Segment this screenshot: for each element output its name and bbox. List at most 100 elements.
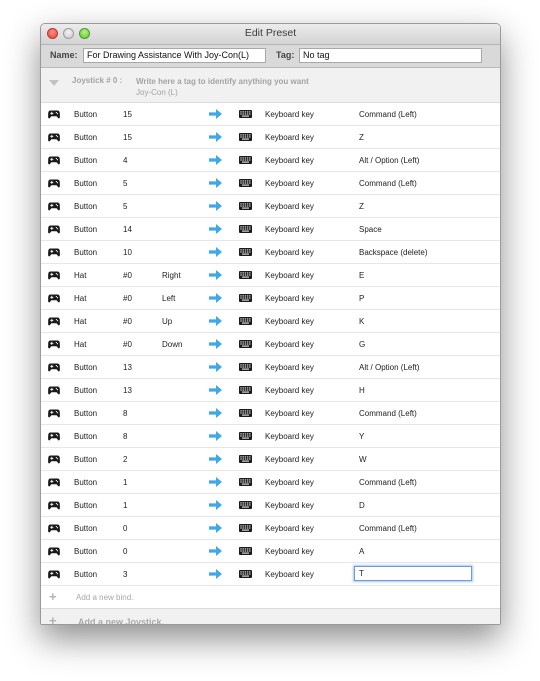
binding-output-type[interactable]: Keyboard key xyxy=(265,179,314,188)
joystick-tag-field[interactable]: Write here a tag to identify anything yo… xyxy=(136,76,346,98)
binding-key[interactable]: H xyxy=(359,386,365,395)
plus-icon[interactable]: + xyxy=(49,590,57,603)
binding-key[interactable]: Y xyxy=(359,432,364,441)
binding-input-type[interactable]: Button xyxy=(74,547,97,556)
binding-row[interactable]: Button 8 Keyboard key Y xyxy=(41,425,500,448)
binding-key[interactable]: A xyxy=(359,547,364,556)
plus-icon[interactable]: + xyxy=(49,614,57,624)
binding-input-type[interactable]: Hat xyxy=(74,340,86,349)
binding-input-type[interactable]: Hat xyxy=(74,294,86,303)
binding-input-direction[interactable]: Down xyxy=(162,340,182,349)
binding-output-type[interactable]: Keyboard key xyxy=(265,110,314,119)
binding-input-number[interactable]: 8 xyxy=(123,409,127,418)
binding-input-type[interactable]: Hat xyxy=(74,317,86,326)
binding-row[interactable]: Hat #0 Down Keyboard key G xyxy=(41,333,500,356)
binding-key[interactable]: E xyxy=(359,271,364,280)
binding-row[interactable]: Button 13 Keyboard key Alt / Option (Left) xyxy=(41,356,500,379)
binding-input-type[interactable]: Button xyxy=(74,225,97,234)
binding-input-number[interactable]: 15 xyxy=(123,110,132,119)
binding-input-number[interactable]: #0 xyxy=(123,294,132,303)
binding-key[interactable]: Alt / Option (Left) xyxy=(359,363,419,372)
preset-name-field[interactable]: For Drawing Assistance With Joy-Con(L) xyxy=(83,48,266,63)
binding-key[interactable]: Command (Left) xyxy=(359,478,417,487)
binding-input-number[interactable]: 4 xyxy=(123,156,127,165)
binding-input-type[interactable]: Button xyxy=(74,455,97,464)
add-bind-row[interactable]: + Add a new bind. xyxy=(41,586,500,609)
binding-output-type[interactable]: Keyboard key xyxy=(265,547,314,556)
add-bind-label[interactable]: Add a new bind. xyxy=(76,593,133,602)
binding-row[interactable]: Button 2 Keyboard key W xyxy=(41,448,500,471)
binding-key[interactable]: Alt / Option (Left) xyxy=(359,156,419,165)
binding-input-direction[interactable]: Right xyxy=(162,271,181,280)
binding-input-number[interactable]: 2 xyxy=(123,455,127,464)
binding-key[interactable]: Command (Left) xyxy=(359,179,417,188)
binding-input-type[interactable]: Button xyxy=(74,570,97,579)
binding-key[interactable]: Z xyxy=(359,133,364,142)
binding-key[interactable]: Backspace (delete) xyxy=(359,248,427,257)
binding-output-type[interactable]: Keyboard key xyxy=(265,386,314,395)
binding-row[interactable]: Button 14 Keyboard key Space xyxy=(41,218,500,241)
binding-input-number[interactable]: 15 xyxy=(123,133,132,142)
binding-output-type[interactable]: Keyboard key xyxy=(265,133,314,142)
binding-input-number[interactable]: 13 xyxy=(123,386,132,395)
preset-tag-field[interactable]: No tag xyxy=(299,48,482,63)
binding-row[interactable]: Button 3 Keyboard key T xyxy=(41,563,500,586)
binding-row[interactable]: Button 13 Keyboard key H xyxy=(41,379,500,402)
binding-row[interactable]: Button 1 Keyboard key D xyxy=(41,494,500,517)
binding-input-type[interactable]: Button xyxy=(74,248,97,257)
binding-row[interactable]: Button 5 Keyboard key Z xyxy=(41,195,500,218)
binding-input-number[interactable]: 13 xyxy=(123,363,132,372)
binding-input-number[interactable]: 3 xyxy=(123,570,127,579)
binding-input-type[interactable]: Button xyxy=(74,179,97,188)
binding-key[interactable]: Command (Left) xyxy=(359,409,417,418)
binding-key[interactable]: Space xyxy=(359,225,382,234)
binding-output-type[interactable]: Keyboard key xyxy=(265,202,314,211)
binding-output-type[interactable]: Keyboard key xyxy=(265,363,314,372)
binding-output-type[interactable]: Keyboard key xyxy=(265,225,314,234)
binding-input-number[interactable]: #0 xyxy=(123,271,132,280)
binding-input-type[interactable]: Hat xyxy=(74,271,86,280)
binding-row[interactable]: Button 4 Keyboard key Alt / Option (Left) xyxy=(41,149,500,172)
binding-output-type[interactable]: Keyboard key xyxy=(265,432,314,441)
binding-input-number[interactable]: 5 xyxy=(123,202,127,211)
binding-input-direction[interactable]: Up xyxy=(162,317,172,326)
binding-output-type[interactable]: Keyboard key xyxy=(265,317,314,326)
binding-input-number[interactable]: 0 xyxy=(123,547,127,556)
add-joystick-row[interactable]: + Add a new Joystick. xyxy=(41,609,500,624)
add-joystick-label[interactable]: Add a new Joystick. xyxy=(78,617,164,624)
binding-input-type[interactable]: Button xyxy=(74,110,97,119)
binding-input-direction[interactable]: Left xyxy=(162,294,175,303)
binding-output-type[interactable]: Keyboard key xyxy=(265,570,314,579)
binding-input-number[interactable]: #0 xyxy=(123,317,132,326)
binding-key[interactable]: W xyxy=(359,455,367,464)
binding-key[interactable]: Command (Left) xyxy=(359,110,417,119)
binding-input-number[interactable]: 5 xyxy=(123,179,127,188)
binding-input-type[interactable]: Button xyxy=(74,524,97,533)
binding-row[interactable]: Button 15 Keyboard key Command (Left) xyxy=(41,103,500,126)
binding-output-type[interactable]: Keyboard key xyxy=(265,340,314,349)
binding-row[interactable]: Button 5 Keyboard key Command (Left) xyxy=(41,172,500,195)
binding-row[interactable]: Button 0 Keyboard key A xyxy=(41,540,500,563)
binding-input-number[interactable]: 1 xyxy=(123,478,127,487)
binding-output-type[interactable]: Keyboard key xyxy=(265,455,314,464)
binding-input-type[interactable]: Button xyxy=(74,202,97,211)
binding-input-number[interactable]: 1 xyxy=(123,501,127,510)
binding-key[interactable]: D xyxy=(359,501,365,510)
binding-output-type[interactable]: Keyboard key xyxy=(265,501,314,510)
binding-input-type[interactable]: Button xyxy=(74,409,97,418)
binding-row[interactable]: Button 1 Keyboard key Command (Left) xyxy=(41,471,500,494)
binding-input-type[interactable]: Button xyxy=(74,478,97,487)
binding-key[interactable]: Z xyxy=(359,202,364,211)
binding-row[interactable]: Hat #0 Right Keyboard key E xyxy=(41,264,500,287)
binding-key[interactable]: K xyxy=(359,317,364,326)
binding-input-type[interactable]: Button xyxy=(74,363,97,372)
binding-output-type[interactable]: Keyboard key xyxy=(265,271,314,280)
binding-row[interactable]: Button 8 Keyboard key Command (Left) xyxy=(41,402,500,425)
binding-input-type[interactable]: Button xyxy=(74,432,97,441)
binding-input-type[interactable]: Button xyxy=(74,133,97,142)
binding-output-type[interactable]: Keyboard key xyxy=(265,294,314,303)
binding-input-number[interactable]: 8 xyxy=(123,432,127,441)
binding-row[interactable]: Hat #0 Left Keyboard key P xyxy=(41,287,500,310)
binding-output-type[interactable]: Keyboard key xyxy=(265,248,314,257)
binding-row[interactable]: Hat #0 Up Keyboard key K xyxy=(41,310,500,333)
